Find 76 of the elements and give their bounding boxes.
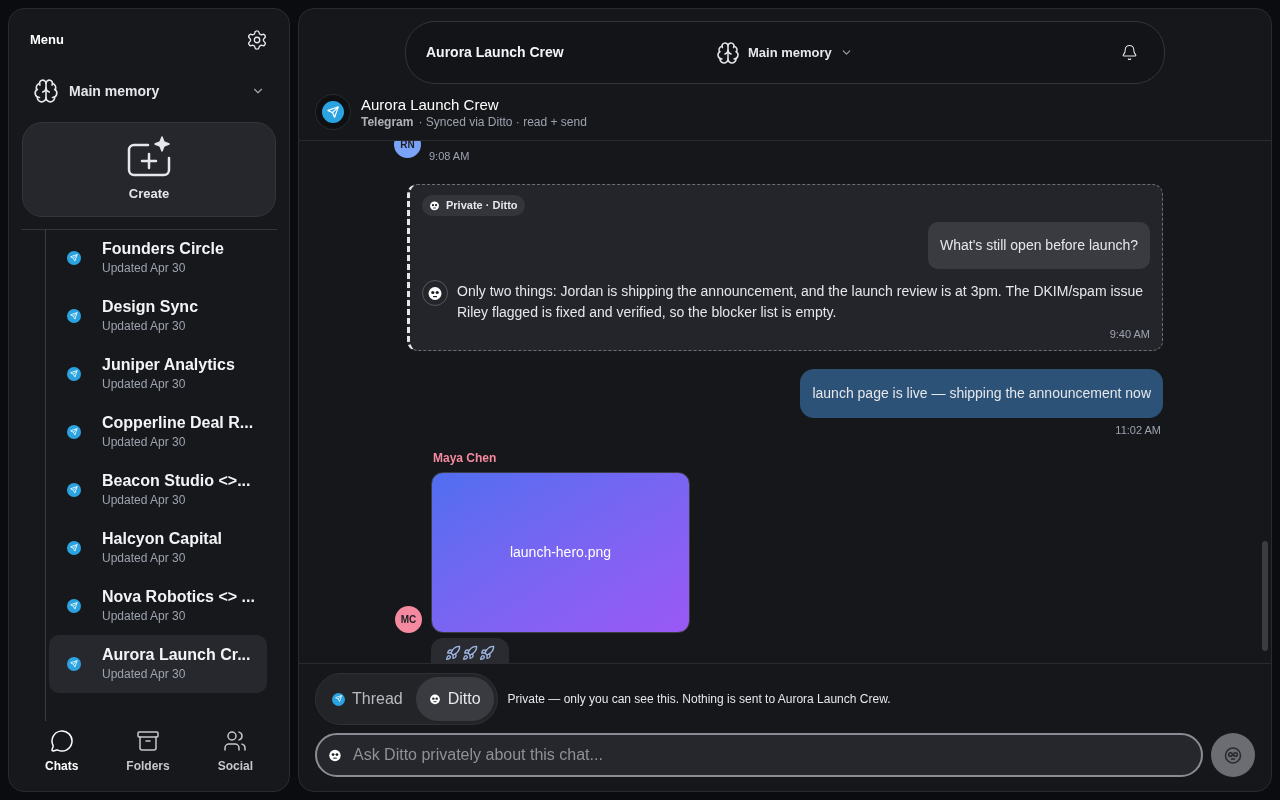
menu-title: Menu [30,31,64,50]
create-button[interactable]: Create [22,122,276,217]
settings-icon[interactable] [246,29,268,51]
telegram-icon [67,599,81,613]
telegram-icon [67,309,81,323]
telegram-icon [67,251,81,265]
chat-name: Founders Circle [102,239,224,259]
notifications-icon[interactable] [1121,44,1138,61]
ask-ditto-field[interactable]: Ask Ditto privately about this chat... [315,733,1203,777]
chat-name: Copperline Deal R... [102,413,254,433]
telegram-icon [67,541,81,555]
avatar: MC [395,605,422,633]
folders-icon [136,729,160,753]
robot-face-icon [328,748,342,762]
nav-tab[interactable]: Chats [45,729,79,775]
chat-name: Aurora Launch Cr... [102,645,251,665]
rocket-icon [462,645,478,661]
chat-item[interactable]: Nova Robotics <> ... Updated Apr 30 [49,577,267,635]
message-time: 9:08 AM [429,148,470,164]
chat-item[interactable]: Copperline Deal R... Updated Apr 30 [49,403,267,461]
platform-label: Telegram [361,113,414,130]
file-name: launch-hero.png [509,542,612,562]
telegram-icon [322,101,344,123]
mode-tab[interactable]: Thread [319,677,416,721]
question-bubble: What's still open before launch? [928,221,1150,269]
telegram-icon [67,367,81,381]
nav-tab[interactable]: Social [217,729,253,775]
robot-face-icon [429,199,440,211]
chat-name: Beacon Studio <>... [102,471,251,491]
chat-name: Design Sync [102,297,199,317]
chat-name: Juniper Analytics [102,355,235,375]
outgoing-bubble: launch page is live — shipping the announcement now [800,369,1163,418]
rocket-icon [479,645,495,661]
sender-name: Maya Chen [433,449,498,467]
privacy-note: Private — only you can see this. Nothing is sent to Aurora Launch Crew. [507,691,891,708]
chat-item[interactable]: Design Sync Updated Apr 30 [49,287,267,345]
robot-face-icon [1223,745,1243,765]
chat-name: Halcyon Capital [102,529,223,549]
rocket-icon [445,645,461,661]
chat-updated: Updated Apr 30 [102,260,187,277]
social-icon [223,729,248,753]
ditto-answer: Only two things: Jordan is shipping the announcement, and the launch review is at 3pm. The DKIM/spam issue Riley flagged is fixed and verified, so the blocker list is empty. [457,281,1145,322]
chat-updated: Updated Apr 30 [102,434,187,451]
memory-selector[interactable]: Main memory [716,40,853,65]
badge-label: Private · Ditto [446,198,518,213]
chat-item[interactable]: Halcyon Capital Updated Apr 30 [49,519,267,577]
brain-icon [716,40,740,65]
brain-icon [33,78,59,104]
chat-item[interactable]: Beacon Studio <>... Updated Apr 30 [49,461,267,519]
message-time: 9:40 AM [1109,326,1150,342]
mode-tab[interactable]: Ditto [415,677,494,721]
chat-item[interactable]: Aurora Launch Cr... Updated Apr 30 [49,635,267,693]
nav-tab[interactable]: Folders [126,729,170,775]
chat-updated: Updated Apr 30 [102,492,187,509]
avatar: RN [394,141,421,158]
message-time: 11:02 AM [1115,423,1161,438]
chats-icon [49,729,74,753]
telegram-icon [67,425,81,439]
telegram-icon [67,483,81,497]
sync-status: · Synced via Ditto · read + send [418,113,587,130]
chat-title: Aurora Launch Crew [361,94,500,114]
chat-title: Aurora Launch Crew [426,43,565,62]
chat-updated: Updated Apr 30 [102,608,187,625]
robot-face-icon [428,693,441,705]
chat-updated: Updated Apr 30 [102,376,187,393]
memory-selector[interactable]: Main memory [21,73,277,109]
chat-updated: Updated Apr 30 [102,318,187,335]
telegram-icon [332,692,345,706]
send-button[interactable] [1211,733,1255,777]
chat-updated: Updated Apr 30 [102,666,187,683]
chat-item[interactable]: Founders Circle Updated Apr 30 [49,230,267,287]
telegram-icon [67,657,81,671]
robot-face-icon [427,284,443,301]
chat-item[interactable]: Juniper Analytics Updated Apr 30 [49,345,267,403]
chat-updated: Updated Apr 30 [102,550,187,567]
chat-name: Nova Robotics <> ... [102,587,255,607]
